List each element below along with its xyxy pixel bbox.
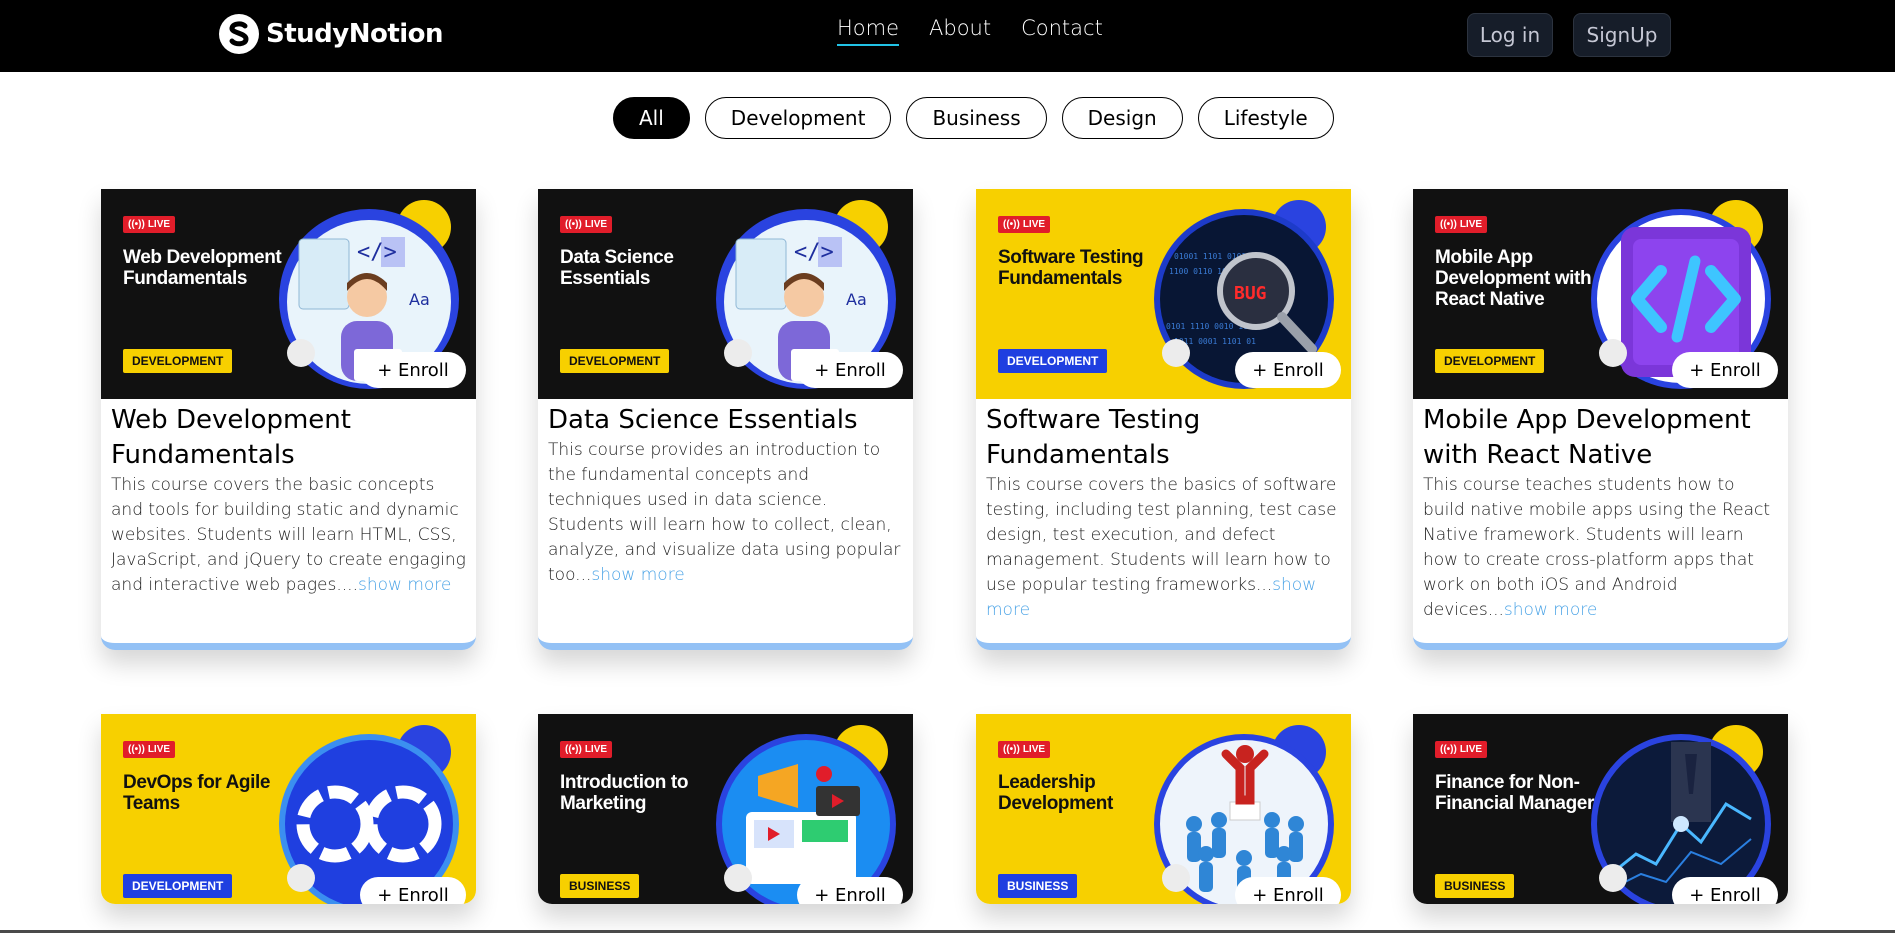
filter-business[interactable]: Business bbox=[906, 97, 1047, 139]
course-description: This course covers the basics of softwar… bbox=[986, 475, 1337, 620]
course-card: ((•)) LIVE Finance for Non-Financial Mana… bbox=[1413, 714, 1788, 904]
live-icon: ((•)) bbox=[1003, 219, 1020, 230]
course-card: ((•)) LIVE Mobile App Development with Re… bbox=[1413, 189, 1788, 650]
enroll-button[interactable]: + Enroll bbox=[797, 352, 903, 388]
course-thumbnail[interactable]: ((•)) LIVE Leadership Development BUSINES… bbox=[976, 714, 1351, 904]
course-card: ((•)) LIVE Introduction to Marketing BUSI… bbox=[538, 714, 913, 904]
live-badge: ((•)) LIVE bbox=[998, 741, 1051, 758]
filter-development[interactable]: Development bbox=[704, 97, 892, 139]
svg-text:Aa: Aa bbox=[409, 290, 430, 309]
enroll-button[interactable]: + Enroll bbox=[797, 877, 903, 904]
show-more-link[interactable]: show more bbox=[1504, 600, 1597, 620]
enroll-button[interactable]: + Enroll bbox=[360, 352, 466, 388]
brand-name: StudyNotion bbox=[266, 19, 444, 49]
thumbnail-title: DevOps for Agile Teams bbox=[123, 772, 271, 814]
svg-text:BUG: BUG bbox=[1234, 283, 1267, 304]
live-badge: ((•)) LIVE bbox=[560, 216, 613, 233]
course-thumbnail[interactable]: ((•)) LIVE Mobile App Development with Re… bbox=[1413, 189, 1788, 399]
nav-about[interactable]: About bbox=[929, 16, 991, 46]
live-badge: ((•)) LIVE bbox=[998, 216, 1051, 233]
live-icon: ((•)) bbox=[128, 219, 145, 230]
course-description: This course covers the basic concepts an… bbox=[111, 475, 466, 595]
filter-lifestyle[interactable]: Lifestyle bbox=[1197, 97, 1334, 139]
svg-text:</>: </> bbox=[357, 240, 397, 265]
category-tag: BUSINESS bbox=[560, 874, 640, 898]
status-dot bbox=[287, 864, 315, 892]
course-thumbnail[interactable]: ((•)) LIVE Introduction to Marketing BUSI… bbox=[538, 714, 913, 904]
thumbnail-title: Data Science Essentials bbox=[560, 247, 674, 289]
filter-design[interactable]: Design bbox=[1061, 97, 1183, 139]
live-icon: ((•)) bbox=[565, 744, 582, 755]
show-more-link[interactable]: show more bbox=[358, 575, 451, 595]
live-badge: ((•)) LIVE bbox=[123, 741, 176, 758]
course-thumbnail[interactable]: ((•)) LIVE Finance for Non-Financial Mana… bbox=[1413, 714, 1788, 904]
svg-text:Aa: Aa bbox=[846, 290, 867, 309]
course-title[interactable]: Data Science Essentials bbox=[548, 403, 903, 438]
category-tag: DEVELOPMENT bbox=[1435, 349, 1545, 373]
nav-contact[interactable]: Contact bbox=[1021, 16, 1103, 46]
thumbnail-title: Leadership Development bbox=[998, 772, 1113, 814]
category-tag: DEVELOPMENT bbox=[123, 349, 233, 373]
thumbnail-title: Software Testing Fundamentals bbox=[998, 247, 1144, 289]
category-tag: DEVELOPMENT bbox=[560, 349, 670, 373]
course-card: ((•)) LIVE Software Testing Fundamentals … bbox=[976, 189, 1351, 650]
enroll-button[interactable]: + Enroll bbox=[360, 877, 466, 904]
live-icon: ((•)) bbox=[565, 219, 582, 230]
live-badge: ((•)) LIVE bbox=[1435, 741, 1488, 758]
filter-all[interactable]: All bbox=[613, 97, 690, 139]
category-tag: BUSINESS bbox=[998, 874, 1078, 898]
studynotion-logo[interactable]: StudyNotion bbox=[219, 14, 444, 54]
live-badge: ((•)) LIVE bbox=[1435, 216, 1488, 233]
navbar: StudyNotion Home About Contact Log in Si… bbox=[0, 0, 1895, 72]
svg-text:</>: </> bbox=[794, 240, 834, 265]
thumbnail-title: Finance for Non-Financial Managers bbox=[1435, 772, 1605, 814]
course-title[interactable]: Software Testing Fundamentals bbox=[986, 403, 1341, 473]
status-dot bbox=[287, 339, 315, 367]
thumbnail-title: Mobile App Development with React Native bbox=[1435, 247, 1592, 310]
live-icon: ((•)) bbox=[1003, 744, 1020, 755]
course-card: ((•)) LIVE Leadership Development BUSINES… bbox=[976, 714, 1351, 904]
thumbnail-title: Web Development Fundamentals bbox=[123, 247, 282, 289]
live-icon: ((•)) bbox=[1440, 744, 1457, 755]
status-dot bbox=[1599, 864, 1627, 892]
category-filters: All Development Business Design Lifestyl… bbox=[613, 97, 1334, 139]
enroll-button[interactable]: + Enroll bbox=[1235, 352, 1341, 388]
status-dot bbox=[1162, 339, 1190, 367]
live-badge: ((•)) LIVE bbox=[123, 216, 176, 233]
course-card: ((•)) LIVE Web Development Fundamentals D… bbox=[101, 189, 476, 650]
enroll-button[interactable]: + Enroll bbox=[1235, 877, 1341, 904]
category-tag: BUSINESS bbox=[1435, 874, 1515, 898]
course-description: This course teaches students how to buil… bbox=[1423, 475, 1771, 620]
course-title[interactable]: Mobile App Development with React Native bbox=[1423, 403, 1778, 473]
enroll-button[interactable]: + Enroll bbox=[1672, 352, 1778, 388]
course-thumbnail[interactable]: ((•)) LIVE Web Development Fundamentals D… bbox=[101, 189, 476, 399]
course-title[interactable]: Web Development Fundamentals bbox=[111, 403, 466, 473]
login-button[interactable]: Log in bbox=[1467, 13, 1553, 57]
live-icon: ((•)) bbox=[128, 744, 145, 755]
show-more-link[interactable]: show more bbox=[591, 565, 684, 585]
category-tag: DEVELOPMENT bbox=[123, 874, 233, 898]
signup-button[interactable]: SignUp bbox=[1573, 13, 1671, 57]
course-card: ((•)) LIVE DevOps for Agile Teams DEVELOP… bbox=[101, 714, 476, 904]
live-badge: ((•)) LIVE bbox=[560, 741, 613, 758]
live-icon: ((•)) bbox=[1440, 219, 1457, 230]
nav-home[interactable]: Home bbox=[837, 16, 900, 46]
main-nav: Home About Contact bbox=[837, 16, 1103, 46]
status-dot bbox=[1162, 864, 1190, 892]
status-dot bbox=[724, 864, 752, 892]
course-card: ((•)) LIVE Data Science Essentials DEVELO… bbox=[538, 189, 913, 650]
category-tag: DEVELOPMENT bbox=[998, 349, 1108, 373]
course-thumbnail[interactable]: ((•)) LIVE DevOps for Agile Teams DEVELOP… bbox=[101, 714, 476, 904]
course-thumbnail[interactable]: ((•)) LIVE Software Testing Fundamentals … bbox=[976, 189, 1351, 399]
enroll-button[interactable]: + Enroll bbox=[1672, 877, 1778, 904]
logo-icon bbox=[219, 14, 259, 54]
status-dot bbox=[1599, 339, 1627, 367]
status-dot bbox=[724, 339, 752, 367]
course-thumbnail[interactable]: ((•)) LIVE Data Science Essentials DEVELO… bbox=[538, 189, 913, 399]
thumbnail-title: Introduction to Marketing bbox=[560, 772, 689, 814]
course-description: This course provides an introduction to … bbox=[548, 440, 901, 585]
